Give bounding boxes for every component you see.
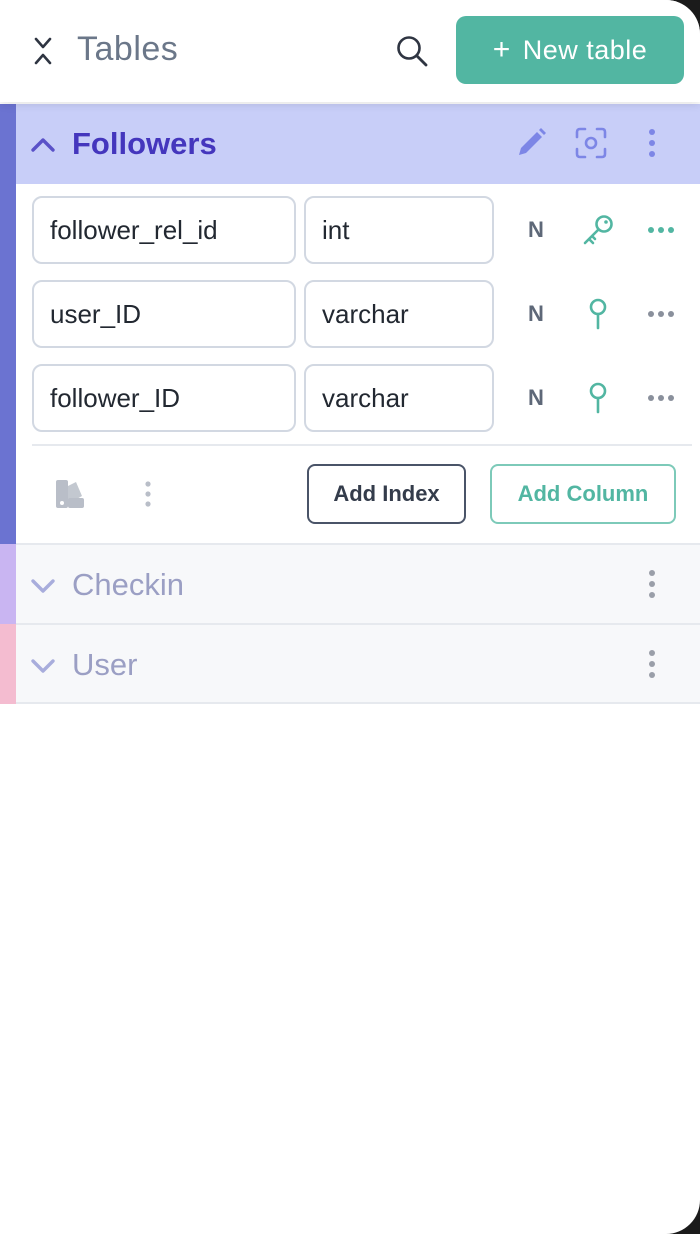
collapse-icon[interactable] <box>30 36 56 66</box>
chevron-down-icon[interactable] <box>30 575 56 597</box>
column-more-icon[interactable] <box>646 302 676 326</box>
table-header-followers[interactable]: Followers <box>16 104 700 184</box>
primary-key-icon[interactable] <box>580 212 616 248</box>
column-more-icon[interactable] <box>646 386 676 410</box>
table-menu-icon[interactable] <box>642 126 662 160</box>
table-menu-icon[interactable] <box>642 647 662 681</box>
new-table-label: New table <box>522 34 648 65</box>
divider <box>16 702 700 704</box>
column-name-input[interactable]: follower_rel_id <box>32 196 296 264</box>
column-row: follower_ID varchar N <box>16 364 700 432</box>
table-name: Checkin <box>72 567 184 602</box>
plus-icon: + <box>492 33 511 66</box>
table-header-checkin[interactable]: Checkin <box>16 543 700 623</box>
table-name: Followers <box>72 126 217 161</box>
user-color-bar <box>0 624 16 704</box>
foreign-key-icon[interactable] <box>580 296 616 332</box>
column-row: user_ID varchar N <box>16 280 700 348</box>
add-index-button[interactable]: Add Index <box>307 464 466 524</box>
search-icon[interactable] <box>395 34 429 68</box>
foreign-key-icon[interactable] <box>580 380 616 416</box>
column-type-input[interactable]: int <box>304 196 494 264</box>
divider <box>32 444 692 446</box>
nullable-toggle[interactable]: N <box>524 280 548 348</box>
table-name: User <box>72 647 138 682</box>
followers-color-bar <box>0 104 16 544</box>
chevron-down-icon[interactable] <box>30 655 56 677</box>
column-name-input[interactable]: user_ID <box>32 280 296 348</box>
add-column-button[interactable]: Add Column <box>490 464 676 524</box>
nullable-toggle[interactable]: N <box>524 364 548 432</box>
column-type-input[interactable]: varchar <box>304 364 494 432</box>
column-more-icon[interactable] <box>646 218 676 242</box>
chevron-up-icon[interactable] <box>30 132 56 156</box>
column-row: follower_rel_id int N <box>16 196 700 264</box>
table-menu-icon[interactable] <box>642 567 662 601</box>
focus-table-icon[interactable] <box>574 126 608 160</box>
new-table-button[interactable]: + New table <box>456 16 684 84</box>
tables-panel: Tables + New table Followers follower_re… <box>0 0 700 1234</box>
table-options-icon[interactable] <box>138 478 158 510</box>
panel-header: Tables + New table <box>0 0 700 102</box>
table-header-user[interactable]: User <box>16 623 700 703</box>
edit-pencil-icon[interactable] <box>514 126 548 160</box>
column-name-input[interactable]: follower_ID <box>32 364 296 432</box>
page-title: Tables <box>77 30 179 68</box>
color-palette-icon[interactable] <box>54 478 86 510</box>
nullable-toggle[interactable]: N <box>524 196 548 264</box>
checkin-color-bar <box>0 544 16 624</box>
column-type-input[interactable]: varchar <box>304 280 494 348</box>
